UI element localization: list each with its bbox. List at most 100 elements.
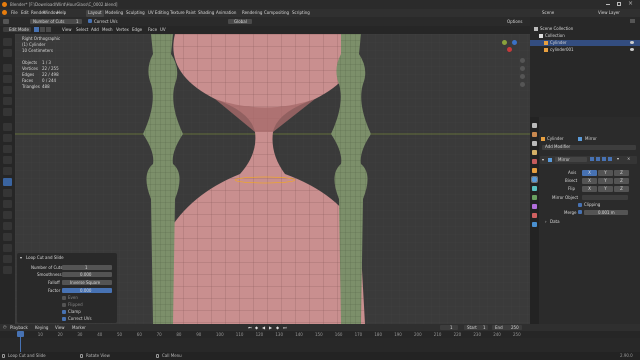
eye-icon[interactable] xyxy=(630,41,634,44)
correct-uvs-op-checkbox[interactable] xyxy=(62,317,66,321)
jump-start-icon[interactable]: ⏮ xyxy=(248,326,252,330)
face-select-icon[interactable] xyxy=(46,27,51,32)
cursor-icon[interactable] xyxy=(3,49,12,57)
grid-toggle-icon[interactable] xyxy=(520,82,525,87)
loop-cut-operator-panel[interactable]: ▾ Loop Cut and Slide Number of Cuts 1 Sm… xyxy=(17,253,117,323)
shrink-icon[interactable] xyxy=(3,244,12,252)
zoom-icon[interactable] xyxy=(520,58,525,63)
scene-collection-label[interactable]: Scene Collection xyxy=(540,27,573,31)
bisect-x-toggle[interactable]: X xyxy=(582,178,597,184)
smooth-icon[interactable] xyxy=(3,222,12,230)
menu-help[interactable]: Help xyxy=(57,11,66,15)
scale-icon[interactable] xyxy=(3,86,12,94)
blender-menu-icon[interactable] xyxy=(2,10,7,15)
data-expand-icon[interactable]: › xyxy=(545,220,547,224)
tab-compositing[interactable]: Compositing xyxy=(262,10,291,17)
tab-rendering[interactable]: Rendering xyxy=(240,10,264,17)
filter-icon[interactable] xyxy=(630,19,635,23)
editor-type-icon[interactable]: ◷ xyxy=(3,325,7,329)
tab-sculpting[interactable]: Sculpting xyxy=(124,10,147,17)
tab-layout[interactable]: Layout xyxy=(86,10,104,17)
spin-icon[interactable] xyxy=(3,211,12,219)
tab-modeling[interactable]: Modeling xyxy=(103,10,125,17)
edit-mode-toggle-icon[interactable] xyxy=(590,157,594,161)
property-tab-icon[interactable] xyxy=(532,195,537,200)
property-tab-icon[interactable] xyxy=(532,132,537,137)
axis-z-toggle[interactable]: Z xyxy=(614,170,629,176)
property-tab-icon[interactable] xyxy=(532,186,537,191)
cylinder-label[interactable]: Cylinder xyxy=(550,41,567,45)
select-box-icon[interactable] xyxy=(3,38,12,46)
prev-key-icon[interactable]: ◆ xyxy=(255,326,258,330)
cage-toggle-icon[interactable] xyxy=(608,157,612,161)
flip-y-toggle[interactable]: Y xyxy=(598,186,613,192)
remove-modifier-icon[interactable]: × xyxy=(627,157,630,161)
maximize-icon[interactable] xyxy=(617,2,621,6)
property-tab-icon[interactable] xyxy=(532,222,537,227)
header-menu-face[interactable]: Face xyxy=(148,28,157,32)
mirror-object-field[interactable] xyxy=(582,195,628,200)
flip-z-toggle[interactable]: Z xyxy=(614,186,629,192)
property-tab-icon[interactable] xyxy=(532,213,537,218)
collapse-arrow-icon[interactable]: ▾ xyxy=(20,256,22,260)
property-tab-icon[interactable] xyxy=(532,123,537,128)
annotate-icon[interactable] xyxy=(3,108,12,116)
transform-icon[interactable] xyxy=(3,97,12,105)
expand-arrow-icon[interactable]: ▾ xyxy=(542,158,544,162)
nav-gizmo-z-icon[interactable] xyxy=(512,40,517,45)
tab-texture-paint[interactable]: Texture Paint xyxy=(168,10,198,17)
collection-label[interactable]: Collection xyxy=(545,34,565,38)
measure-icon[interactable] xyxy=(3,123,12,131)
knife-icon[interactable] xyxy=(3,189,12,197)
poly-build-icon[interactable] xyxy=(3,200,12,208)
clamp-checkbox[interactable] xyxy=(62,310,66,314)
header-menu-mesh[interactable]: Mesh xyxy=(102,28,113,32)
camera-view-icon[interactable] xyxy=(520,74,525,79)
tool-icon[interactable] xyxy=(3,19,9,24)
menu-edit[interactable]: Edit xyxy=(21,11,29,15)
tab-animation[interactable]: Animation xyxy=(214,10,238,17)
extrude-icon[interactable] xyxy=(3,145,12,153)
loop-cut-icon[interactable] xyxy=(3,178,12,186)
shear-icon[interactable] xyxy=(3,255,12,263)
header-menu-uv[interactable]: UV xyxy=(160,28,166,32)
close-icon[interactable]: × xyxy=(628,1,633,7)
render-toggle-icon[interactable] xyxy=(602,157,606,161)
axis-y-toggle[interactable]: Y xyxy=(598,170,613,176)
header-menu-edge[interactable]: Edge xyxy=(132,28,142,32)
next-key-icon[interactable]: ◆ xyxy=(276,326,279,330)
jump-end-icon[interactable]: ⏭ xyxy=(283,326,287,330)
property-tab-icon[interactable] xyxy=(532,204,537,209)
bevel-icon[interactable] xyxy=(3,167,12,175)
inset-icon[interactable] xyxy=(3,156,12,164)
nav-gizmo-x-icon[interactable] xyxy=(507,47,512,52)
header-menu-vertex[interactable]: Vertex xyxy=(116,28,129,32)
add-cube-icon[interactable] xyxy=(3,134,12,142)
property-tab-icon[interactable] xyxy=(532,150,537,155)
merge-checkbox[interactable] xyxy=(578,210,582,214)
property-tab-icon[interactable] xyxy=(532,141,537,146)
current-frame-field[interactable] xyxy=(440,325,458,330)
options-dropdown[interactable]: Options xyxy=(507,20,522,24)
move-icon[interactable] xyxy=(3,64,12,72)
rip-icon[interactable] xyxy=(3,266,12,274)
vertex-select-icon[interactable] xyxy=(34,27,39,32)
cylinder001-label[interactable]: cylinder001 xyxy=(550,48,574,52)
play-reverse-icon[interactable]: ◀ xyxy=(262,326,265,330)
even-checkbox[interactable] xyxy=(62,296,66,300)
property-tab-icon[interactable] xyxy=(531,176,538,183)
clipping-checkbox[interactable] xyxy=(578,203,582,207)
header-menu-view[interactable]: View xyxy=(62,28,72,32)
timeline-menu-playback[interactable]: Playback xyxy=(10,326,28,330)
edge-slide-icon[interactable] xyxy=(3,233,12,241)
header-menu-select[interactable]: Select xyxy=(76,28,88,32)
timeline-menu-view[interactable]: View xyxy=(55,326,65,330)
flip-x-toggle[interactable]: X xyxy=(582,186,597,192)
correct-uvs-checkbox[interactable] xyxy=(88,19,92,23)
property-tab-icon[interactable] xyxy=(532,168,537,173)
bisect-y-toggle[interactable]: Y xyxy=(598,178,613,184)
view-layer-label[interactable]: View Layer xyxy=(598,11,620,15)
play-icon[interactable]: ▶ xyxy=(269,326,272,330)
header-menu-add[interactable]: Add xyxy=(91,28,99,32)
property-tab-icon[interactable] xyxy=(532,159,537,164)
